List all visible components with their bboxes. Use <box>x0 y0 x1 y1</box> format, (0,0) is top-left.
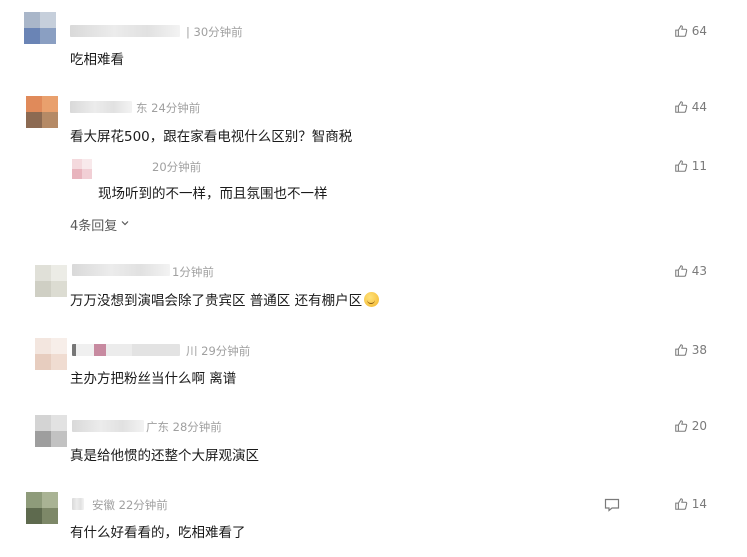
like-button[interactable]: 20 <box>674 419 707 433</box>
like-button[interactable]: 44 <box>674 100 707 114</box>
like-button[interactable]: 38 <box>674 343 707 357</box>
like-button[interactable]: 14 <box>674 497 707 511</box>
username-blurred[interactable] <box>70 25 180 37</box>
comment-text: 看大屏花500，跟在家看电视什么区别？智商税 <box>70 129 353 145</box>
thumbs-up-icon <box>674 419 688 433</box>
thumbs-up-icon <box>674 343 688 357</box>
comment-text: 现场听到的不一样，而且氛围也不一样 <box>98 186 328 202</box>
avatar[interactable] <box>24 12 56 44</box>
comment-bubble-icon[interactable] <box>604 497 620 516</box>
comment-meta: 东 24分钟前 <box>136 101 201 115</box>
avatar[interactable] <box>35 265 67 297</box>
avatar[interactable] <box>72 159 92 179</box>
avatar[interactable] <box>35 415 67 447</box>
comment-text: 主办方把粉丝当什么啊 离谱 <box>70 371 237 387</box>
comment-text: 有什么好看看的，吃相难看了 <box>70 525 246 541</box>
avatar[interactable] <box>26 492 58 524</box>
username-blurred[interactable] <box>70 101 132 113</box>
like-button[interactable]: 43 <box>674 264 707 278</box>
avatar[interactable] <box>35 338 67 370</box>
avatar[interactable] <box>26 96 58 128</box>
view-replies-button[interactable]: 4条回复 <box>70 215 130 234</box>
thumbs-up-icon <box>674 24 688 38</box>
comment-text: 吃相难看 <box>70 52 124 68</box>
reply-count-label: 4条回复 <box>70 219 118 234</box>
comment-text: 真是给他惯的还整个大屏观演区 <box>70 448 259 464</box>
username-blurred[interactable] <box>72 498 84 510</box>
like-count: 14 <box>691 497 707 511</box>
thumbs-up-icon <box>674 159 688 173</box>
like-count: 38 <box>691 343 707 357</box>
username-blurred[interactable] <box>72 344 180 356</box>
like-count: 44 <box>691 100 707 114</box>
thumbs-up-icon <box>674 497 688 511</box>
comment-meta: 川 29分钟前 <box>186 344 251 358</box>
like-count: 64 <box>691 24 707 38</box>
like-button[interactable]: 11 <box>674 159 707 173</box>
like-count: 20 <box>691 419 707 433</box>
username-blurred[interactable] <box>72 420 144 432</box>
comment-meta: 广东 28分钟前 <box>146 420 222 434</box>
emoji-icon <box>364 292 380 307</box>
username-blurred[interactable] <box>72 264 170 276</box>
chevron-down-icon <box>120 217 130 232</box>
like-button[interactable]: 64 <box>674 24 707 38</box>
comment-time: | 30分钟前 <box>186 25 243 39</box>
comment-time: 1分钟前 <box>172 265 214 279</box>
like-count: 43 <box>691 264 707 278</box>
comment-meta: 安徽 22分钟前 <box>92 498 168 512</box>
comment-text: 万万没想到演唱会除了贵宾区 普通区 还有棚户区 <box>70 289 380 309</box>
like-count: 11 <box>691 159 707 173</box>
thumbs-up-icon <box>674 100 688 114</box>
comment-time: 20分钟前 <box>152 160 202 174</box>
thumbs-up-icon <box>674 264 688 278</box>
